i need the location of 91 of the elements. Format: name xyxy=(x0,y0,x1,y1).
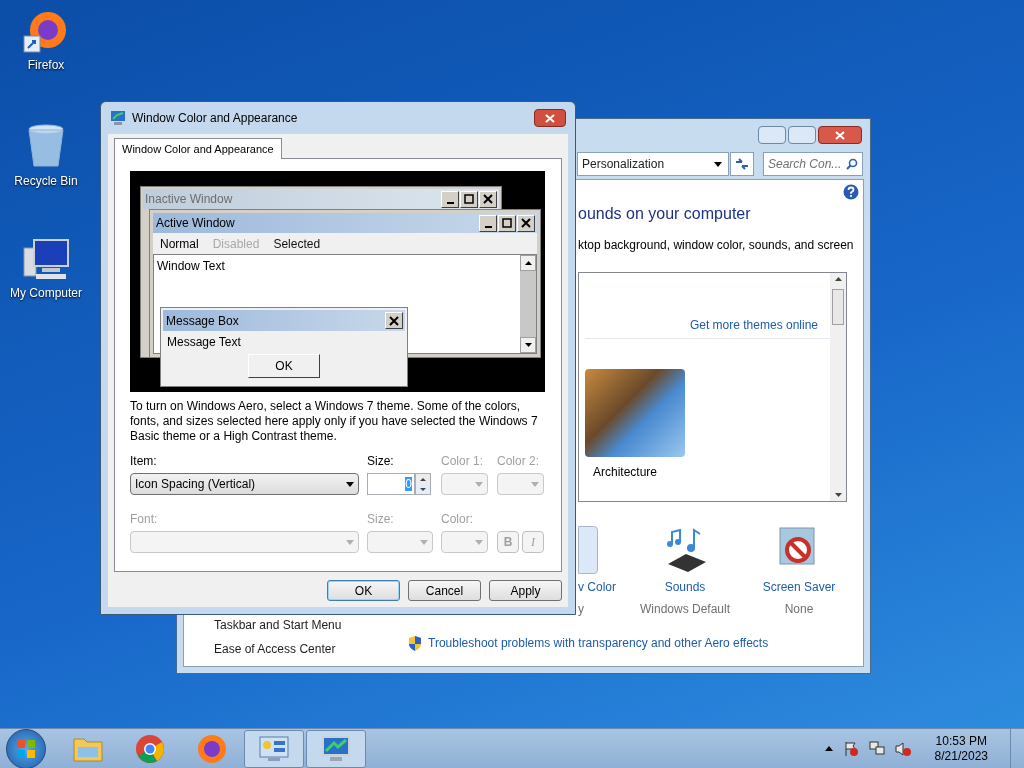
control-panel-icon[interactable] xyxy=(258,734,290,763)
close-button[interactable] xyxy=(818,126,862,144)
setting-link[interactable]: Sounds xyxy=(664,578,706,596)
scrollbar[interactable] xyxy=(830,273,846,501)
desktop-shortcut[interactable]: My Computer xyxy=(10,238,82,302)
window-text: Window Text xyxy=(157,258,225,275)
caret-icon xyxy=(531,481,539,487)
field-label: Size: xyxy=(367,453,395,469)
minimize-icon xyxy=(446,201,454,204)
setting-value: None xyxy=(784,601,814,618)
address-bar[interactable]: Personalization xyxy=(577,152,729,176)
refresh-button[interactable] xyxy=(730,152,754,176)
scroll-down-icon[interactable] xyxy=(834,493,842,497)
minimize-icon xyxy=(484,225,492,228)
field-label: Item: xyxy=(130,453,158,469)
dialog-button[interactable]: Cancel xyxy=(408,580,481,601)
page-description: ktop background, window color, sounds, and screen xyxy=(578,237,855,254)
taskbar-button[interactable] xyxy=(244,729,304,768)
shield-icon xyxy=(408,635,422,651)
field-label: Size: xyxy=(367,511,395,527)
trash-bin-icon xyxy=(26,122,66,170)
menu-item[interactable]: Selected xyxy=(273,234,321,253)
desktop-shortcut[interactable]: Recycle Bin xyxy=(14,122,78,190)
start-button[interactable] xyxy=(6,728,46,768)
dialog-button[interactable]: OK xyxy=(327,580,400,601)
see-also-link[interactable]: Ease of Access Center xyxy=(214,640,336,658)
page-heading: ounds on your computer xyxy=(578,204,752,224)
close-icon xyxy=(483,194,493,204)
menu-item[interactable]: Normal xyxy=(160,234,199,253)
close-icon xyxy=(835,130,845,140)
spin-button[interactable] xyxy=(415,473,431,495)
ok-button[interactable]: OK xyxy=(248,354,320,378)
scroll-up-icon[interactable] xyxy=(524,261,532,265)
flag-icon[interactable] xyxy=(842,740,859,757)
taskbar-button[interactable] xyxy=(306,729,366,768)
maximize-icon xyxy=(502,218,512,228)
scrollbar[interactable] xyxy=(520,255,536,353)
field-label: Color 2: xyxy=(497,453,541,469)
get-more-themes-link[interactable]: Get more themes online xyxy=(689,316,818,334)
color-swatch[interactable] xyxy=(578,526,598,574)
field-label: Color: xyxy=(441,511,474,527)
active-window-title: Active Window xyxy=(156,215,235,232)
spin-down-icon[interactable] xyxy=(420,487,426,491)
scroll-down-icon[interactable] xyxy=(524,343,532,347)
help-icon[interactable] xyxy=(843,184,859,200)
inactive-window-title: Inactive Window xyxy=(145,191,233,208)
network-icon[interactable] xyxy=(868,740,885,757)
tab[interactable]: Window Color and Appearance xyxy=(114,138,282,159)
caret-icon xyxy=(714,161,722,167)
speaker-icon[interactable] xyxy=(894,740,911,757)
windows-logo-icon xyxy=(17,739,35,758)
see-also-link[interactable]: Taskbar and Start Menu xyxy=(214,616,342,634)
setting-link[interactable]: Screen Saver xyxy=(762,578,836,596)
close-icon xyxy=(545,113,555,123)
refresh-icon xyxy=(735,158,749,170)
chrome-icon[interactable] xyxy=(135,733,165,764)
message-text: Message Text xyxy=(166,334,242,351)
scroll-thumb[interactable] xyxy=(832,289,844,325)
close-button[interactable] xyxy=(534,109,566,127)
firefox-icon[interactable] xyxy=(197,733,227,764)
show-hidden-icons-icon[interactable] xyxy=(824,746,833,751)
search-icon xyxy=(846,158,858,170)
monitor-icon xyxy=(110,110,126,126)
spin-up-icon[interactable] xyxy=(420,477,426,481)
setting-value: Windows Default xyxy=(639,601,730,618)
field-label: Color 1: xyxy=(441,453,485,469)
dialog-title: Window Color and Appearance xyxy=(132,110,299,127)
field-label: Font: xyxy=(130,511,159,527)
dialog-button[interactable]: Apply xyxy=(489,580,562,601)
desktop-shortcut[interactable]: Firefox xyxy=(22,6,70,74)
caret-icon xyxy=(346,481,354,487)
close-icon xyxy=(521,218,531,228)
clock[interactable]: 10:53 PM 8/21/2023 xyxy=(934,733,988,764)
theme-preview-picture[interactable] xyxy=(585,369,685,457)
scroll-up-icon[interactable] xyxy=(834,277,842,281)
setting-link[interactable]: v Color xyxy=(578,578,616,596)
maximize-icon xyxy=(464,194,474,204)
caret-icon xyxy=(475,539,483,545)
setting-value: y xyxy=(578,601,584,618)
search-field[interactable]: Search Con... xyxy=(763,152,863,176)
caret-icon xyxy=(475,481,483,487)
monitor-icon[interactable] xyxy=(320,734,352,763)
computer-icon xyxy=(22,238,70,282)
close-icon xyxy=(389,315,399,326)
troubleshoot-link[interactable]: Troubleshoot problems with transparency and other Aero effects xyxy=(428,634,769,652)
aero-instructions: To turn on Windows Aero, select a Windows 7 theme. Some of the colors, fonts, and sizes selected here apply only if you have selected the Windows 7 Basic theme or a High Contrast theme. xyxy=(130,399,539,444)
theme-label[interactable]: Architecture xyxy=(585,463,830,481)
message-box-title: Message Box xyxy=(166,312,239,330)
caret-icon xyxy=(346,539,354,545)
dropdown[interactable]: Icon Spacing (Vertical) xyxy=(130,473,359,495)
caret-icon xyxy=(420,539,428,545)
